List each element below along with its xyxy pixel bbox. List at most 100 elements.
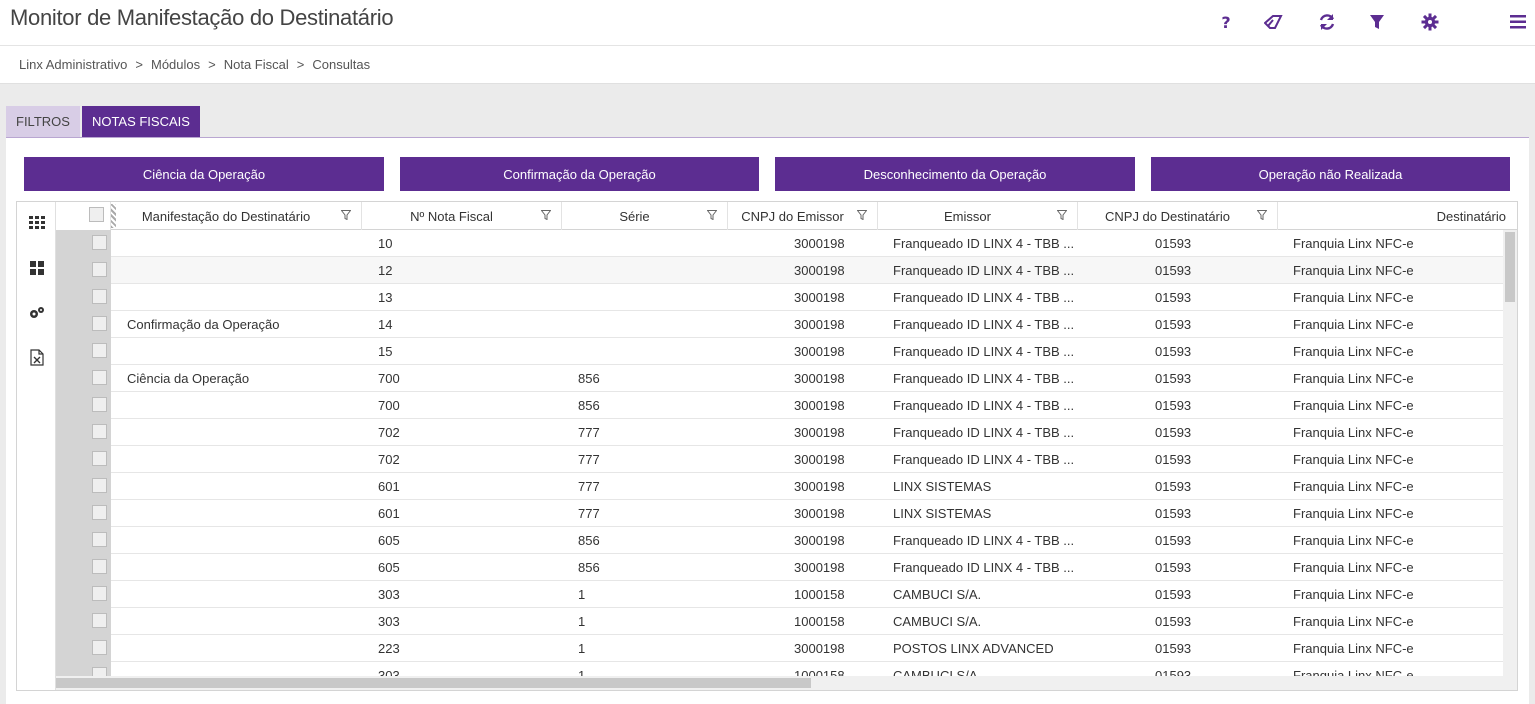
menu-icon[interactable]: [1506, 10, 1530, 34]
row-select-column: [56, 230, 111, 682]
table-row[interactable]: Ciência da Operação 700 856 3000198 Franquea…: [111, 365, 1504, 392]
cell-emissor: Franqueado ID LINX 4 - TBB ...: [893, 263, 1075, 278]
row-checkbox[interactable]: [92, 586, 107, 601]
breadcrumb-consultas[interactable]: Consultas: [312, 57, 370, 72]
col-nota-fiscal-header[interactable]: Nº Nota Fiscal: [362, 202, 562, 230]
row-checkbox[interactable]: [92, 559, 107, 574]
cell-serie: 856: [578, 533, 600, 548]
table-row[interactable]: 702 777 3000198 Franqueado ID LINX 4 - TBB …: [111, 419, 1504, 446]
table-row[interactable]: 700 856 3000198 Franqueado ID LINX 4 - TBB …: [111, 392, 1504, 419]
tab-notas-fiscais[interactable]: NOTAS FISCAIS: [81, 106, 200, 137]
cell-nota-fiscal: 601: [378, 506, 400, 521]
cell-serie: [578, 257, 738, 284]
table-row[interactable]: 13 3000198 Franqueado ID LINX 4 - TBB ... 0…: [111, 284, 1504, 311]
table-row[interactable]: 223 1 3000198 POSTOS LINX ADVANCED 01593 Fran…: [111, 635, 1504, 662]
table-row[interactable]: 10 3000198 Franqueado ID LINX 4 - TBB ... 0…: [111, 230, 1504, 257]
col-manifestacao-header[interactable]: Manifestação do Destinatário: [111, 202, 362, 230]
horizontal-scrollbar[interactable]: [56, 676, 1517, 690]
tab-filtros[interactable]: FILTROS: [6, 106, 80, 137]
cell-serie: 856: [578, 560, 600, 575]
horizontal-scroll-thumb[interactable]: [56, 678, 811, 688]
row-checkbox[interactable]: [92, 262, 107, 277]
table-row[interactable]: 303 1 1000158 CAMBUCI S/A. 01593 Franquia Lin…: [111, 581, 1504, 608]
cell-cnpj-emissor: 3000198: [794, 290, 845, 305]
row-checkbox[interactable]: [92, 397, 107, 412]
help-icon[interactable]: ?: [1214, 10, 1238, 34]
row-checkbox[interactable]: [92, 235, 107, 250]
vertical-scroll-thumb[interactable]: [1505, 232, 1515, 302]
table-row[interactable]: 702 777 3000198 Franqueado ID LINX 4 - TBB …: [111, 446, 1504, 473]
col-destinatario-header[interactable]: Destinatário: [1278, 202, 1517, 230]
cell-manifestacao: [127, 230, 367, 257]
eraser-icon[interactable]: [1262, 10, 1286, 34]
tiles-view-icon[interactable]: [28, 259, 46, 277]
cell-serie: [578, 338, 738, 365]
row-checkbox[interactable]: [92, 613, 107, 628]
cell-cnpj-destinatario: 01593: [1155, 641, 1192, 656]
table-row[interactable]: 12 3000198 Franqueado ID LINX 4 - TBB ... 0…: [111, 257, 1504, 284]
row-checkbox[interactable]: [92, 370, 107, 385]
row-checkbox[interactable]: [92, 478, 107, 493]
cell-emissor: LINX SISTEMAS: [893, 506, 992, 521]
row-checkbox[interactable]: [92, 451, 107, 466]
table-row[interactable]: 605 856 3000198 Franqueado ID LINX 4 - TBB …: [111, 527, 1504, 554]
row-checkbox[interactable]: [92, 505, 107, 520]
operacao-nao-realizada-button[interactable]: Operação não Realizada: [1151, 157, 1510, 191]
table-row[interactable]: 601 777 3000198 LINX SISTEMAS 01593 Franquia …: [111, 473, 1504, 500]
cell-cnpj-destinatario: 01593: [1155, 425, 1192, 440]
cell-nota-fiscal: 223: [378, 641, 400, 656]
filter-icon[interactable]: [540, 209, 555, 223]
table-row[interactable]: 303 1 1000158 CAMBUCI S/A. 01593 Franquia Lin…: [111, 662, 1504, 676]
desconhecimento-operacao-button[interactable]: Desconhecimento da Operação: [775, 157, 1135, 191]
cell-nota-fiscal: 702: [378, 452, 400, 467]
cell-destinatario: Franquia Linx NFC-e: [1293, 344, 1414, 359]
filter-icon[interactable]: [340, 209, 355, 223]
cell-serie: 1: [578, 587, 586, 602]
confirmacao-operacao-button[interactable]: Confirmação da Operação: [400, 157, 759, 191]
column-settings-icon[interactable]: [28, 304, 46, 322]
cell-serie: 777: [578, 506, 600, 521]
table-row[interactable]: 303 1 1000158 CAMBUCI S/A. 01593 Franquia Lin…: [111, 608, 1504, 635]
col-cnpj-emissor-header[interactable]: CNPJ do Emissor: [728, 202, 878, 230]
ciencia-operacao-button[interactable]: Ciência da Operação: [24, 157, 384, 191]
row-checkbox[interactable]: [92, 343, 107, 358]
row-checkbox[interactable]: [92, 289, 107, 304]
breadcrumb-nota-fiscal[interactable]: Nota Fiscal: [224, 57, 289, 72]
col-cnpj-destinatario-header[interactable]: CNPJ do Destinatário: [1078, 202, 1278, 230]
cell-manifestacao: [127, 446, 367, 473]
cell-cnpj-emissor: 3000198: [794, 425, 845, 440]
breadcrumb-modulos[interactable]: Módulos: [151, 57, 200, 72]
filter-icon[interactable]: [1056, 209, 1071, 223]
settings-icon[interactable]: [1418, 10, 1442, 34]
cell-cnpj-emissor: 1000158: [794, 668, 845, 676]
row-checkbox[interactable]: [92, 640, 107, 655]
cell-nota-fiscal: 605: [378, 560, 400, 575]
col-serie-header[interactable]: Série: [562, 202, 728, 230]
cell-emissor: Franqueado ID LINX 4 - TBB ...: [893, 452, 1075, 467]
cell-serie: [578, 230, 738, 257]
filter-icon[interactable]: [706, 209, 721, 223]
filter-icon[interactable]: [1256, 209, 1271, 223]
cell-cnpj-emissor: 3000198: [794, 371, 845, 386]
cell-destinatario: Franquia Linx NFC-e: [1293, 290, 1414, 305]
grid-view-icon[interactable]: [28, 214, 46, 232]
table-row[interactable]: 15 3000198 Franqueado ID LINX 4 - TBB ... 0…: [111, 338, 1504, 365]
table-row[interactable]: 605 856 3000198 Franqueado ID LINX 4 - TBB …: [111, 554, 1504, 581]
row-checkbox[interactable]: [92, 424, 107, 439]
row-checkbox[interactable]: [92, 532, 107, 547]
col-emissor-header[interactable]: Emissor: [878, 202, 1078, 230]
breadcrumb-linx-administrativo[interactable]: Linx Administrativo: [19, 57, 127, 72]
cell-manifestacao: [127, 662, 367, 676]
table-row[interactable]: Confirmação da Operação 14 3000198 Franquea…: [111, 311, 1504, 338]
select-all-checkbox[interactable]: [89, 207, 104, 222]
filter-icon[interactable]: [1365, 10, 1389, 34]
refresh-icon[interactable]: [1315, 10, 1339, 34]
breadcrumb-bar: Linx Administrativo > Módulos > Nota Fis…: [0, 46, 1535, 84]
cell-manifestacao: [127, 608, 367, 635]
vertical-scrollbar[interactable]: [1503, 230, 1517, 676]
excel-export-icon[interactable]: [28, 348, 46, 366]
cell-cnpj-destinatario: 01593: [1155, 263, 1192, 278]
row-checkbox[interactable]: [92, 316, 107, 331]
table-row[interactable]: 601 777 3000198 LINX SISTEMAS 01593 Franquia …: [111, 500, 1504, 527]
filter-icon[interactable]: [856, 209, 871, 223]
